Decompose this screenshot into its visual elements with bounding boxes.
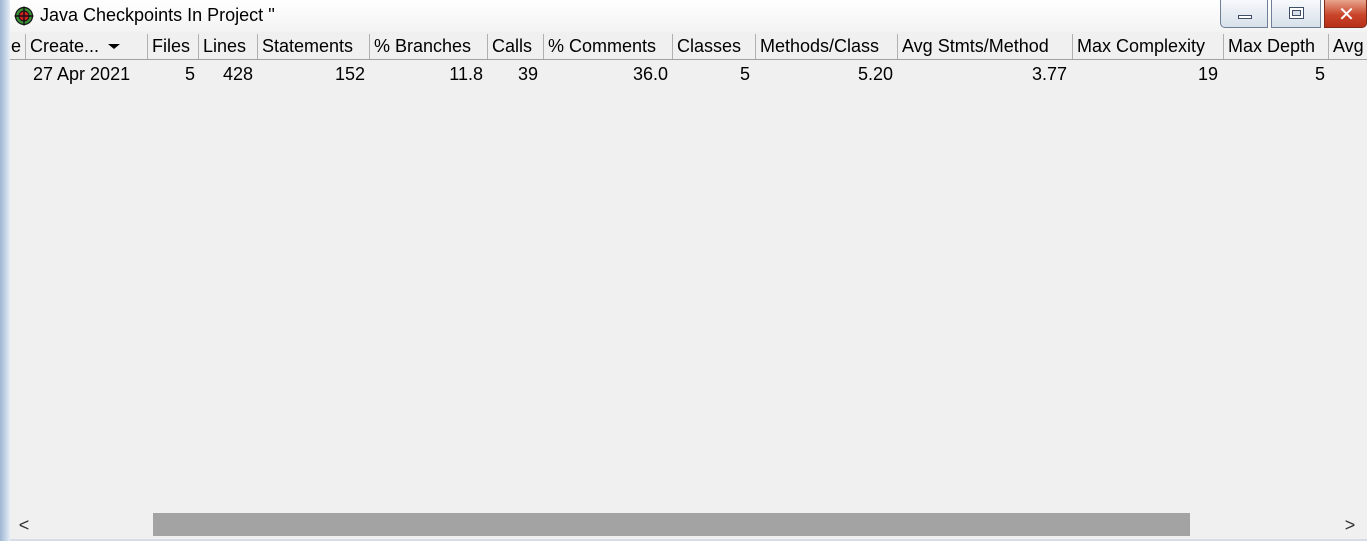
- column-header-calls[interactable]: Calls: [488, 34, 544, 59]
- column-header-label: Lines: [203, 36, 247, 56]
- column-header-created[interactable]: Create...: [26, 34, 148, 59]
- column-header-classes[interactable]: Classes: [673, 34, 756, 59]
- column-header-comments[interactable]: % Comments: [544, 34, 673, 59]
- cell-methods-class: 5.20: [857, 64, 893, 84]
- maximize-button[interactable]: [1271, 0, 1321, 28]
- cell-files: 5: [184, 64, 195, 84]
- window-left-border: [0, 0, 10, 541]
- column-header-statements[interactable]: Statements: [258, 34, 370, 59]
- horizontal-scrollbar[interactable]: < >: [10, 512, 1367, 539]
- column-header-label: e: [11, 36, 22, 56]
- column-header-label: Avg Stmts/Method: [902, 36, 1049, 56]
- sort-descending-icon: [108, 44, 121, 50]
- column-header-avg[interactable]: Avg: [1329, 34, 1367, 59]
- column-header-label: Max Complexity: [1077, 36, 1206, 56]
- column-header-lines[interactable]: Lines: [199, 34, 258, 59]
- column-header-label: % Comments: [548, 36, 657, 56]
- column-header-name[interactable]: e: [10, 34, 26, 59]
- crosshair-target-icon: [14, 6, 34, 26]
- cell-avg-stmts-method: 3.77: [1031, 64, 1067, 84]
- column-header-branches[interactable]: % Branches: [370, 34, 488, 59]
- table-row[interactable]: 27 Apr 2021 5 428 152 11.8 39 36.0 5 5.2…: [10, 62, 1367, 87]
- column-header-label: Avg: [1333, 36, 1364, 56]
- cell-classes: 5: [739, 64, 750, 84]
- cell-created: 27 Apr 2021: [33, 64, 131, 84]
- cell-max-depth: 5: [1314, 64, 1325, 84]
- column-header-label: Classes: [677, 36, 742, 56]
- cell-branches: 11.8: [449, 64, 483, 84]
- column-header-label: Methods/Class: [760, 36, 880, 56]
- column-header-max-depth[interactable]: Max Depth: [1224, 34, 1329, 59]
- column-header-avg-stmts-method[interactable]: Avg Stmts/Method: [898, 34, 1073, 59]
- column-header-label: Calls: [492, 36, 533, 56]
- column-header-label: % Branches: [374, 36, 472, 56]
- close-icon: ✕: [1338, 2, 1355, 26]
- scrollbar-thumb[interactable]: [153, 513, 1190, 536]
- column-header-label: Files: [152, 36, 191, 56]
- column-header-label: Max Depth: [1228, 36, 1316, 56]
- cell-max-complexity: 19: [1197, 64, 1218, 84]
- cell-statements: 152: [334, 64, 365, 84]
- column-header-max-complexity[interactable]: Max Complexity: [1073, 34, 1224, 59]
- column-header-label: Statements: [262, 36, 354, 56]
- title-bar[interactable]: Java Checkpoints In Project '' ✕: [10, 0, 1367, 32]
- scroll-left-button[interactable]: <: [12, 512, 36, 539]
- minimize-icon: [1238, 15, 1252, 19]
- cell-calls: 39: [517, 64, 538, 84]
- column-header-methods-class[interactable]: Methods/Class: [756, 34, 898, 59]
- minimize-button[interactable]: [1220, 0, 1268, 28]
- column-header-files[interactable]: Files: [148, 34, 199, 59]
- column-header-label: Create...: [30, 36, 100, 56]
- maximize-icon: [1289, 7, 1304, 19]
- scroll-right-button[interactable]: >: [1338, 512, 1362, 539]
- window-title: Java Checkpoints In Project '': [40, 5, 275, 25]
- cell-comments: 36.0: [632, 64, 668, 84]
- table-header: e Create... Files Lines Statements % Bra…: [10, 34, 1367, 60]
- cell-lines: 428: [222, 64, 253, 84]
- close-button[interactable]: ✕: [1324, 0, 1367, 28]
